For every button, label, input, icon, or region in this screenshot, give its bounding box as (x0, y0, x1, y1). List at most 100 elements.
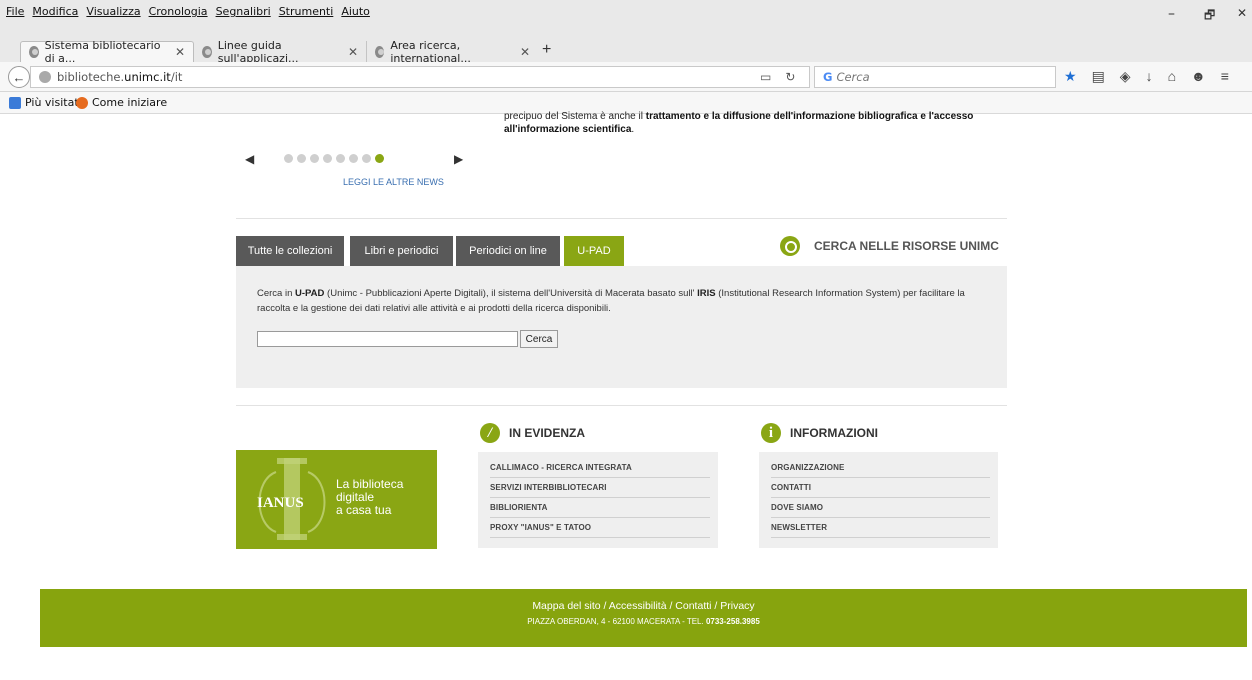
slider-prev-icon[interactable]: ◀ (245, 152, 254, 166)
url-bar-buttons: ▭ ↻ (760, 70, 795, 84)
reload-icon[interactable]: ↻ (785, 70, 795, 84)
desc-part: (Unimc - Pubblicazioni Aperte Digitali),… (324, 288, 698, 299)
minimize-button[interactable]: – (1168, 6, 1175, 22)
home-icon[interactable]: ⌂ (1168, 68, 1176, 85)
link-callimaco[interactable]: CALLIMACO - RICERCA INTEGRATA (490, 458, 710, 478)
globe-icon (29, 46, 39, 58)
divider (236, 405, 1007, 406)
reader-view-icon[interactable]: ▭ (760, 70, 771, 84)
back-button[interactable]: ← (8, 66, 30, 88)
slider-dot[interactable] (297, 154, 306, 163)
ianus-banner[interactable]: IANUS La biblioteca digitale a casa tua (236, 450, 437, 549)
search-engine-icon[interactable]: G (823, 70, 832, 84)
menu-bar: File Modifica Visualizza Cronologia Segn… (0, 0, 1252, 32)
slider-dot[interactable] (336, 154, 345, 163)
bookmarks-menu-icon[interactable]: ▤ (1092, 68, 1105, 85)
url-bar[interactable]: biblioteche. unimc.it/it (30, 66, 810, 88)
desc-bold: U-PAD (295, 288, 325, 299)
search-resources-icon (780, 236, 800, 256)
tab-strip: Sistema bibliotecario di a... ✕ Linee gu… (0, 32, 1252, 65)
tab-label: Area ricerca, international... (390, 38, 471, 65)
menu-file[interactable]: File (6, 5, 24, 18)
in-evidenza-list: CALLIMACO - RICERCA INTEGRATA SERVIZI IN… (478, 452, 718, 548)
link-organizzazione[interactable]: ORGANIZZAZIONE (771, 458, 990, 478)
u-pad-search-input[interactable] (257, 331, 518, 347)
ianus-logo-text: IANUS (257, 495, 304, 511)
menu-icon[interactable]: ≡ (1221, 68, 1229, 85)
chat-icon[interactable]: ☻ (1191, 68, 1206, 85)
info-icon: i (761, 423, 781, 443)
url-path: /it (170, 70, 183, 84)
menu-segnalibri[interactable]: Segnalibri (216, 5, 271, 18)
bookmark-piu-visitati[interactable]: Più visitati (9, 96, 82, 109)
new-tab-button[interactable]: + (542, 41, 551, 59)
toolbar-icons: ★ ▤ ◈ ↓ ⌂ ☻ ≡ (1064, 68, 1229, 85)
close-window-button[interactable]: ✕ (1237, 6, 1247, 20)
in-evidenza-title: IN EVIDENZA (509, 426, 586, 440)
menu-strumenti[interactable]: Strumenti (279, 5, 334, 18)
site-identity-icon[interactable] (39, 71, 51, 83)
slider-dot[interactable] (310, 154, 319, 163)
close-icon[interactable]: ✕ (520, 45, 530, 59)
footer-phone: 0733-258.3985 (705, 617, 760, 626)
slider-dot[interactable] (323, 154, 332, 163)
search-placeholder: Cerca (836, 70, 870, 84)
menu-visualizza[interactable]: Visualizza (86, 5, 140, 18)
footer-links[interactable]: Mappa del sito / Accessibilità / Contatt… (40, 600, 1247, 612)
slider-dots (284, 154, 384, 163)
bookmark-folder-icon (9, 96, 21, 109)
search-input[interactable]: G Cerca (814, 66, 1056, 88)
browser-tab-sistema[interactable]: Sistema bibliotecario di a... ✕ (20, 39, 194, 65)
menu-items: File Modifica Visualizza Cronologia Segn… (6, 5, 370, 18)
news-text: precipuo del Sistema è anche il trattame… (504, 110, 984, 136)
bookmark-label: Come iniziare (92, 96, 168, 109)
in-evidenza-heading: / IN EVIDENZA (480, 423, 585, 443)
link-newsletter[interactable]: NEWSLETTER (771, 518, 990, 538)
tab-label: Linee guida sull'applicazi... (217, 38, 299, 65)
u-pad-search-button[interactable]: Cerca (520, 330, 558, 348)
close-icon[interactable]: ✕ (348, 45, 358, 59)
link-servizi-interbibliotecari[interactable]: SERVIZI INTERBIBLIOTECARI (490, 478, 710, 498)
news-text-end: . (631, 124, 635, 135)
slider-dot[interactable] (362, 154, 371, 163)
menu-modifica[interactable]: Modifica (32, 5, 78, 18)
url-prefix: biblioteche. (57, 70, 125, 84)
browser-tab-linee-guida[interactable]: Linee guida sull'applicazi... ✕ (194, 38, 366, 65)
news-text-start: precipuo del Sistema è anche il (504, 111, 646, 122)
bookmark-come-iniziare[interactable]: Come iniziare (76, 96, 167, 109)
pocket-icon[interactable]: ◈ (1120, 68, 1131, 85)
download-icon[interactable]: ↓ (1146, 68, 1153, 85)
tab-libri-e-periodici[interactable]: Libri e periodici (350, 236, 453, 266)
link-biblorienta[interactable]: BIBLIORIENTA (490, 498, 710, 518)
bookmark-label: Più visitati (25, 96, 82, 109)
link-proxy-ianus[interactable]: PROXY "IANUS" E TATOO (490, 518, 710, 538)
url-host: unimc.it (124, 70, 171, 84)
firefox-icon (76, 96, 88, 109)
informazioni-list: ORGANIZZAZIONE CONTATTI DOVE SIAMO NEWSL… (759, 452, 998, 548)
globe-icon (202, 45, 212, 58)
footer-address-text: PIAZZA OBERDAN, 4 - 62100 MACERATA - TEL… (527, 617, 706, 626)
footer-address: PIAZZA OBERDAN, 4 - 62100 MACERATA - TEL… (40, 617, 1247, 626)
tab-tutte-le-collezioni[interactable]: Tutte le collezioni (236, 236, 344, 266)
slider-next-icon[interactable]: ▶ (454, 152, 463, 166)
link-contatti[interactable]: CONTATTI (771, 478, 990, 498)
link-dove-siamo[interactable]: DOVE SIAMO (771, 498, 990, 518)
desc-bold: IRIS (697, 288, 716, 299)
ianus-tagline: La biblioteca digitale a casa tua (336, 478, 403, 517)
close-icon[interactable]: ✕ (175, 45, 185, 59)
search-resources-heading: CERCA NELLE RISORSE UNIMC (780, 236, 999, 256)
informazioni-heading: i INFORMAZIONI (761, 423, 878, 443)
slider-dot[interactable] (284, 154, 293, 163)
browser-tab-area-ricerca[interactable]: Area ricerca, international... ✕ (366, 38, 538, 65)
tab-periodici-on-line[interactable]: Periodici on line (456, 236, 560, 266)
read-more-news-link[interactable]: LEGGI LE ALTRE NEWS (343, 177, 444, 187)
bookmark-star-icon[interactable]: ★ (1064, 68, 1077, 85)
slider-dot[interactable] (375, 154, 384, 163)
tab-u-pad[interactable]: U-PAD (564, 236, 624, 266)
restore-button[interactable]: 🗗 (1204, 6, 1215, 27)
slider-dot[interactable] (349, 154, 358, 163)
nav-bar: ← biblioteche. unimc.it/it ▭ ↻ G Cerca ★ … (0, 62, 1252, 92)
divider (236, 218, 1007, 219)
menu-cronologia[interactable]: Cronologia (149, 5, 208, 18)
menu-aiuto[interactable]: Aiuto (341, 5, 370, 18)
